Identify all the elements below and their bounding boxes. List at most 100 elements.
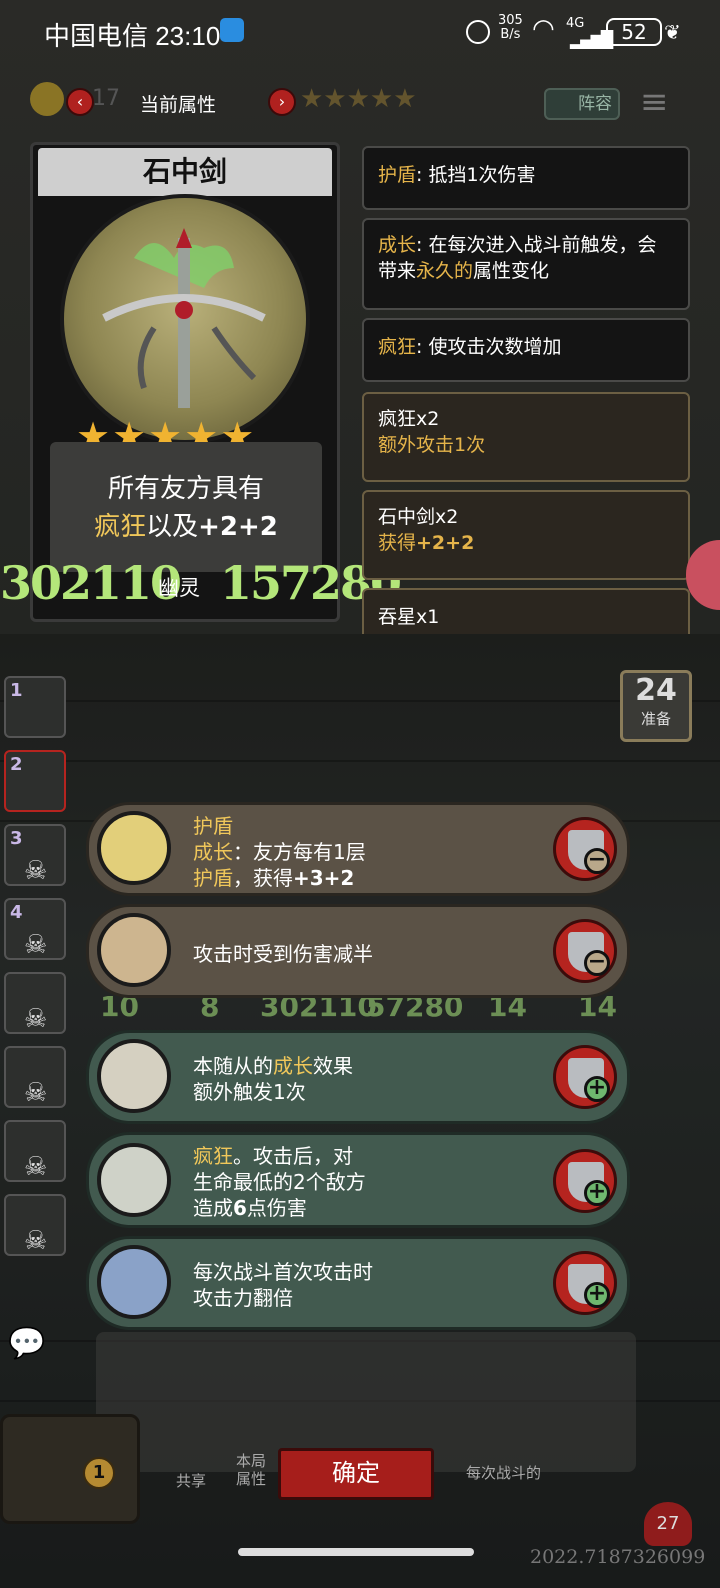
skull-icon: ☠ (24, 1226, 48, 1256)
axe-icon (97, 1143, 171, 1217)
card-art (60, 194, 310, 444)
header-stars: ★★★★★ (300, 84, 417, 114)
upgrade-3-text: 本随从的成长效果 额外触发1次 (193, 1053, 353, 1105)
keyword-shield-box: 护盾: 抵挡1次伤害 (362, 146, 690, 210)
keyword-shield-desc: : 抵挡1次伤害 (416, 164, 536, 186)
chat-icon[interactable]: 💬 (8, 1326, 45, 1361)
buff-sword-title: 石中剑x2 (378, 506, 459, 528)
minus-icon: − (584, 950, 610, 976)
roster-slot-5[interactable]: ☠ (4, 972, 66, 1034)
carrier-time: 中国电信 23:10 (44, 21, 221, 51)
buff-sword-bonus: +2+2 (416, 532, 475, 554)
game-header: 17 ‹ 当前属性 › ★★★★★ 阵容 ≡ (0, 70, 720, 136)
shield-burst-icon (97, 811, 171, 885)
plus-icon: + (584, 1076, 610, 1102)
upgrade-5-text: 每次战斗首次攻击时 攻击力翻倍 (193, 1259, 373, 1311)
upgrade-1-line3: ，获得 (233, 866, 293, 890)
upgrade-5-line2: 攻击力翻倍 (193, 1286, 293, 1310)
add-upgrade-button[interactable]: + (553, 1149, 617, 1213)
upgrade-5-line1: 每次战斗首次攻击时 (193, 1260, 373, 1284)
keyword-growth-desc: : 在每次进入战斗前触发，会 (416, 234, 657, 256)
add-upgrade-button[interactable]: + (553, 1251, 617, 1315)
roster-num-2: 2 (10, 754, 23, 775)
roster-num-1: 1 (10, 680, 23, 701)
app-notification-icon (220, 18, 244, 42)
ready-label: 准备 (640, 710, 671, 728)
upgrade-1-bonus: +3+2 (293, 866, 355, 890)
leaf-icon: ❦ (664, 20, 681, 44)
skull-icon: ☠ (24, 930, 48, 960)
treasure-chest[interactable]: 1 (0, 1414, 140, 1524)
roster-slot-6[interactable]: ☠ (4, 1046, 66, 1108)
confirm-button[interactable]: 确定 (278, 1448, 434, 1500)
upgrade-item-frenzy-splash: 疯狂。攻击后，对 生命最低的2个敌方 造成6点伤害 + (86, 1132, 630, 1228)
roster-slot-2[interactable]: 2 (4, 750, 66, 812)
keyword-frenzy-box: 疯狂: 使攻击次数增加 (362, 318, 690, 382)
heart-count: 27 (656, 1513, 680, 1534)
remove-upgrade-button[interactable]: − (553, 817, 617, 881)
upgrade-item-shield-growth: 护盾 成长：友方每有1层 护盾，获得+3+2 − (86, 802, 630, 896)
each-battle-label: 每次战斗的 (466, 1464, 542, 1482)
sword-icon (102, 228, 266, 408)
upgrade-1-line2: ：友方每有1层 (233, 840, 366, 864)
upgrade-1-growth: 成长 (193, 840, 233, 864)
gold-count: 17 (92, 86, 120, 111)
prev-arrow-button[interactable]: ‹ (66, 88, 94, 116)
lineup-button[interactable]: 阵容 (544, 88, 620, 120)
upgrade-1-text: 护盾 成长：友方每有1层 护盾，获得+3+2 (193, 813, 366, 891)
data-saver-icon (466, 20, 490, 44)
upgrade-2-text: 攻击时受到伤害减半 (193, 942, 373, 966)
upgrade-item-double-attack: 每次战斗首次攻击时 攻击力翻倍 + (86, 1236, 630, 1330)
buff-starswallow-box: 吞星x1 (362, 588, 690, 634)
upgrade-4-line2: 生命最低的2个敌方 (193, 1170, 366, 1194)
upgrade-1-shield: 护盾 (193, 866, 233, 890)
left-stat-number: 302110 (0, 556, 182, 610)
skull-icon: ☠ (24, 1078, 48, 1108)
fist-clock-icon (97, 1039, 171, 1113)
roster-num-4: 4 (10, 902, 23, 923)
footer-number: 2022.7187326099 (530, 1546, 706, 1568)
net-speed-value: 305 (498, 13, 523, 28)
skull-icon: ☠ (24, 1152, 48, 1182)
unit-name: 幽灵 (158, 576, 200, 600)
menu-icon[interactable]: ≡ (640, 82, 669, 122)
add-upgrade-button[interactable]: + (553, 1045, 617, 1109)
buff-frenzy-box: 疯狂x2 额外攻击1次 (362, 392, 690, 482)
roster-slot-8[interactable]: ☠ (4, 1194, 66, 1256)
chest-counter: 1 (83, 1457, 115, 1489)
plus-icon: + (584, 1282, 610, 1308)
upgrade-3-line2: 额外触发1次 (193, 1080, 306, 1104)
keyword-growth-desc2-pre: 带来 (378, 260, 417, 282)
skull-icon: ☠ (24, 1004, 48, 1034)
buff-sword-box: 石中剑x2 获得+2+2 (362, 490, 690, 580)
remove-upgrade-button[interactable]: − (553, 919, 617, 983)
net-speed-unit: B/s (500, 27, 521, 42)
buff-frenzy-title: 疯狂x2 (378, 408, 440, 430)
roster-slot-4[interactable]: 4 ☠ (4, 898, 66, 960)
upgrade-4-line3-post: 点伤害 (246, 1196, 307, 1220)
round-attr-label: 本局属性 (236, 1452, 267, 1488)
roster-slot-1[interactable]: 1 (4, 676, 66, 738)
upgrade-4-line1: 。攻击后，对 (233, 1144, 353, 1168)
upgrade-4-text: 疯狂。攻击后，对 生命最低的2个敌方 造成6点伤害 (193, 1143, 366, 1221)
keyword-frenzy-desc: : 使攻击次数增加 (416, 336, 562, 358)
minus-icon: − (584, 848, 610, 874)
buff-frenzy-sub: 额外攻击1次 (378, 434, 486, 456)
skull-icon: ☠ (24, 856, 48, 886)
home-indicator[interactable] (238, 1548, 474, 1556)
keyword-shield: 护盾 (378, 164, 417, 186)
roster-slot-7[interactable]: ☠ (4, 1120, 66, 1182)
roster-slot-3[interactable]: 3 ☠ (4, 824, 66, 886)
keyword-growth-box: 成长: 在每次进入战斗前触发，会 带来永久的属性变化 (362, 218, 690, 310)
keyword-growth: 成长 (378, 234, 417, 256)
card-desc-line2: 疯狂以及+2+2 (50, 506, 322, 543)
status-bar: 中国电信 23:10 305 B/s ◠ 4G ▂▄▆█ 52 ❦ (0, 0, 720, 64)
next-arrow-button[interactable]: › (268, 88, 296, 116)
ready-counter: 24 准备 (620, 670, 692, 742)
upgrade-4-damage: 6 (233, 1196, 247, 1220)
buff-sword-sub: 获得 (378, 532, 417, 554)
dragon-icon (97, 1245, 171, 1319)
upgrade-item-extra-growth: 本随从的成长效果 额外触发1次 + (86, 1030, 630, 1124)
card-name: 石中剑 (142, 155, 227, 188)
signal-label: 4G (566, 16, 585, 31)
